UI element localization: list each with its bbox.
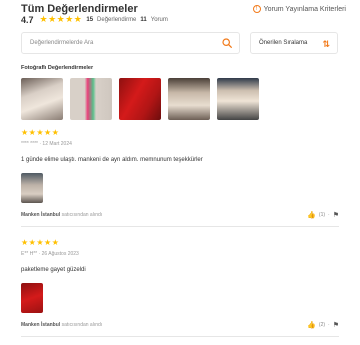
review-count: 15 bbox=[86, 16, 94, 23]
review-meta: E** H** · 26 Ağustos 2023 bbox=[21, 251, 339, 257]
review-footer: Manken İstanbul satıcısından alındı 👍 (2… bbox=[21, 321, 339, 331]
review-item: ★★★★★ **** **** · 12 Mart 2024 1 günde e… bbox=[21, 128, 339, 221]
review-photo-thumbnail[interactable] bbox=[217, 78, 259, 120]
photos-section-title: Fotoğraflı Değerlendirmeler bbox=[21, 65, 94, 71]
comment-count-label: Yorum bbox=[150, 16, 168, 23]
action-separator: · bbox=[328, 322, 330, 328]
review-stars-icon: ★★★★★ bbox=[21, 238, 60, 247]
search-input[interactable]: Değerlendirmelerde Ara bbox=[30, 40, 93, 46]
review-date: 12 Mart 2024 bbox=[42, 141, 72, 147]
review-search[interactable]: Değerlendirmelerde Ara bbox=[21, 32, 240, 54]
seller-name[interactable]: Manken İstanbul bbox=[21, 212, 60, 218]
review-photo-thumbnail[interactable] bbox=[119, 78, 161, 120]
review-date: 26 Ağustos 2023 bbox=[41, 251, 79, 257]
review-image[interactable] bbox=[21, 173, 43, 203]
flag-icon[interactable]: ⚑ bbox=[333, 211, 339, 219]
action-separator: · bbox=[328, 212, 330, 218]
thumbs-up-icon[interactable]: 👍 bbox=[307, 211, 316, 219]
review-author: E** H** bbox=[21, 251, 38, 257]
review-photo-thumbnail[interactable] bbox=[21, 78, 63, 120]
sort-label: Önerilen Sıralama bbox=[259, 40, 308, 46]
sort-icon: ⇅ bbox=[322, 39, 330, 49]
review-author: **** **** bbox=[21, 141, 38, 147]
criteria-link[interactable]: ! Yorum Yayınlama Kriterleri bbox=[252, 5, 346, 13]
review-count-label: Değerlendirme bbox=[97, 16, 137, 23]
review-meta: **** **** · 12 Mart 2024 bbox=[21, 141, 339, 147]
criteria-link-label: Yorum Yayınlama Kriterleri bbox=[263, 5, 346, 13]
review-stars-icon: ★★★★★ bbox=[21, 128, 60, 137]
review-text: paketleme gayet güzeldi bbox=[21, 267, 86, 273]
seller-suffix: satıcısından alındı bbox=[61, 212, 103, 218]
like-count: (1) bbox=[318, 212, 326, 218]
thumbs-up-icon[interactable]: 👍 bbox=[307, 321, 316, 329]
review-image[interactable] bbox=[21, 283, 43, 313]
sort-dropdown[interactable]: Önerilen Sıralama ⇅ bbox=[250, 32, 338, 54]
seller-suffix: satıcısından alındı bbox=[61, 322, 103, 328]
comment-count: 11 bbox=[140, 16, 147, 23]
review-item: ★★★★★ E** H** · 26 Ağustos 2023 paketlem… bbox=[21, 238, 339, 331]
info-icon: ! bbox=[252, 5, 261, 13]
like-count: (2) bbox=[318, 322, 326, 328]
review-footer: Manken İstanbul satıcısından alındı 👍 (1… bbox=[21, 211, 339, 221]
seller-name[interactable]: Manken İstanbul bbox=[21, 322, 60, 328]
review-actions: 👍 (1) · ⚑ bbox=[307, 211, 339, 219]
search-icon[interactable] bbox=[222, 38, 232, 48]
review-photo-thumbnail[interactable] bbox=[70, 78, 112, 120]
rating-value: 4.7 bbox=[21, 14, 34, 25]
rating-summary: 4.7 ★★★★★ 15 Değerlendirme 11 Yorum bbox=[21, 14, 168, 25]
seller-info: Manken İstanbul satıcısından alındı bbox=[21, 212, 102, 218]
flag-icon[interactable]: ⚑ bbox=[333, 321, 339, 329]
review-photo-thumbnail[interactable] bbox=[168, 78, 210, 120]
review-text: 1 günde elime ulaştı. mankeni de ayn ald… bbox=[21, 157, 203, 163]
rating-stars-icon: ★★★★★ bbox=[39, 14, 83, 24]
review-actions: 👍 (2) · ⚑ bbox=[307, 321, 339, 329]
divider bbox=[21, 336, 339, 337]
divider bbox=[21, 226, 339, 227]
seller-info: Manken İstanbul satıcısından alındı bbox=[21, 322, 102, 328]
review-photos bbox=[21, 78, 259, 120]
